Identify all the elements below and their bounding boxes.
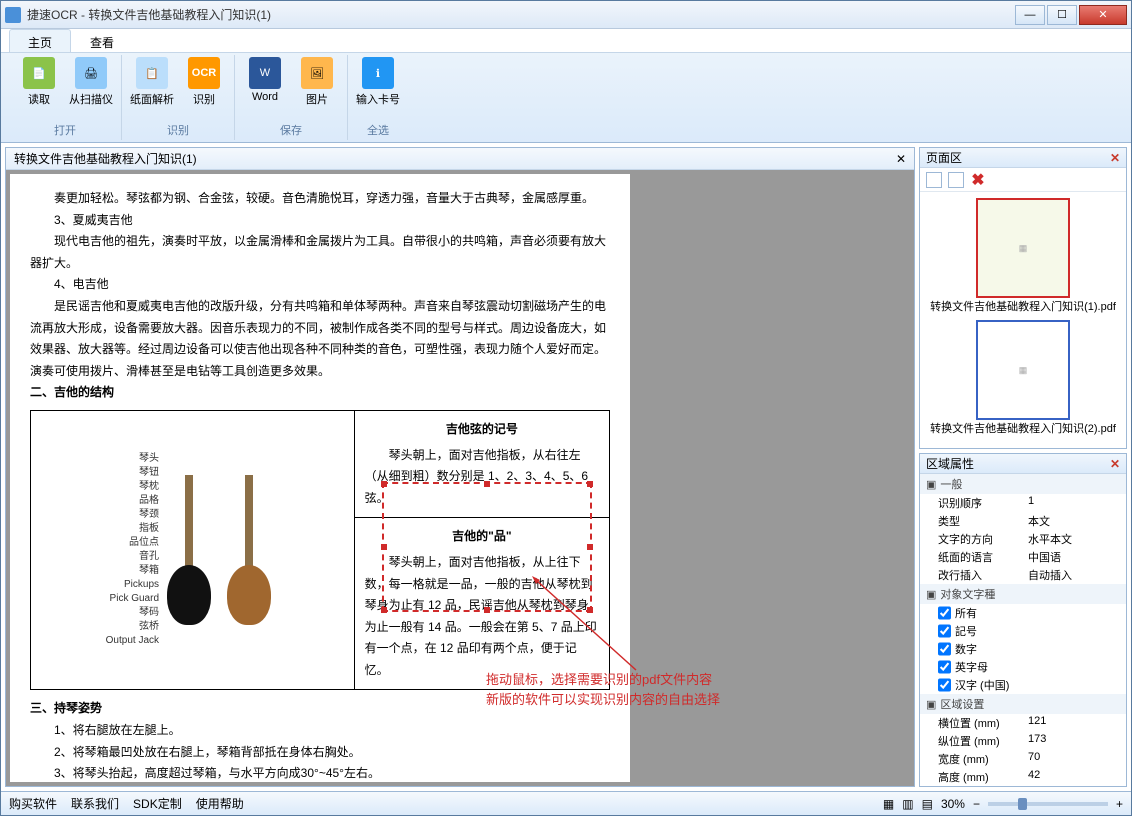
right-sidebar: 页面区 ✕ ✖ ▦ 转换文件吉他基础教程入门知识(1).pdf ▦ 转换文件吉他基… [919,147,1127,787]
ocr-button[interactable]: OCR识别 [182,57,226,107]
thumb-tool-2[interactable] [948,172,964,188]
statusbar: 购买软件 联系我们 SDK定制 使用帮助 ▦ ▥ ▤ 30% − + [1,791,1131,815]
close-panel-icon[interactable]: ✕ [1110,151,1120,165]
zoom-in-icon[interactable]: + [1116,797,1123,811]
body-text: 奏更加轻松。琴弦都为钢、合金弦，较硬。音色清脆悦耳，穿透力强，音量大于古典琴，金… [30,188,610,210]
zoom-value[interactable]: 30% [941,797,965,811]
props-section-fonts[interactable]: ▣ 对象文字種 [920,584,1126,604]
app-window: 捷速OCR - 转换文件吉他基础教程入门知识(1) — ☐ ✕ 主页 查看 📄读… [0,0,1132,816]
view-icon-1[interactable]: ▦ [883,797,894,811]
page-thumbnail[interactable]: ▦ 转换文件吉他基础教程入门知识(2).pdf [926,320,1120,436]
pages-panel: 页面区 ✕ ✖ ▦ 转换文件吉他基础教程入门知识(1).pdf ▦ 转换文件吉他基… [919,147,1127,449]
close-panel-icon[interactable]: ✕ [1110,457,1120,471]
font-check-alpha[interactable] [938,659,951,675]
props-panel-title: 区域属性 [926,455,974,472]
acoustic-guitar-img [229,475,269,625]
props-section-region[interactable]: ▣ 区域设置 [920,694,1126,714]
thumb-caption: 转换文件吉他基础教程入门知识(2).pdf [926,422,1120,436]
pages-panel-title: 页面区 [926,149,962,166]
list-item: 4、将右手小臂后三分之一处放置在琴箱最凸部位，右手腕放松，手自然垂直与琴弦呈十字… [30,785,610,786]
document-canvas[interactable]: 奏更加轻松。琴弦都为钢、合金弦，较硬。音色清脆悦耳，穿透力强，音量大于古典琴，金… [6,170,914,786]
close-doc-icon[interactable]: ✕ [896,152,906,166]
document-tab[interactable]: 转换文件吉他基础教程入门知识(1) ✕ [6,148,914,170]
status-contact[interactable]: 联系我们 [71,795,119,812]
titlebar: 捷速OCR - 转换文件吉他基础教程入门知识(1) — ☐ ✕ [1,1,1131,29]
content-area: 转换文件吉他基础教程入门知识(1) ✕ 奏更加轻松。琴弦都为钢、合金弦，较硬。音… [1,143,1131,791]
window-title: 捷速OCR - 转换文件吉他基础教程入门知识(1) [27,6,1015,23]
card-button[interactable]: ℹ输入卡号 [356,57,400,107]
electric-guitar-img [169,475,209,625]
body-text: 是民谣吉他和夏威夷电吉他的改版升级，分有共鸣箱和单体琴两种。声音来自琴弦震动切割… [30,296,610,382]
group-open-label: 打开 [54,122,76,138]
tab-view[interactable]: 查看 [71,29,133,52]
scanner-button[interactable]: 🖨从扫描仪 [69,57,113,107]
heading: 4、电吉他 [30,274,610,296]
thumb-img-2: ▦ [976,320,1070,420]
thumb-caption: 转换文件吉他基础教程入门知识(1).pdf [926,300,1120,314]
thumb-img-1: ▦ [976,198,1070,298]
status-buy[interactable]: 购买软件 [9,795,57,812]
ocr-selection[interactable] [382,482,592,612]
parse-button[interactable]: 📋纸面解析 [130,57,174,107]
zoom-slider[interactable] [988,802,1108,806]
props-section-general[interactable]: ▣ 一般 [920,474,1126,494]
view-icon-3[interactable]: ▤ [922,797,933,811]
page-thumbnail[interactable]: ▦ 转换文件吉他基础教程入门知识(1).pdf [926,198,1120,314]
list-item: 3、将琴头抬起，高度超过琴箱，与水平方向成30°~45°左右。 [30,763,610,785]
group-recog-label: 识别 [167,122,189,138]
thumb-delete-icon[interactable]: ✖ [970,172,986,188]
ribbon-tabstrip: 主页 查看 [1,29,1131,53]
ribbon: 📄读取 🖨从扫描仪 打开 📋纸面解析 OCR识别 识别 WWord 🖼图片 保存… [1,53,1131,143]
document-panel: 转换文件吉他基础教程入门知识(1) ✕ 奏更加轻松。琴弦都为钢、合金弦，较硬。音… [5,147,915,787]
part-labels: 琴头琴钮 琴枕品格 琴颈指板 品位点音孔 琴箱Pickups Pick Guar… [106,452,159,648]
close-button[interactable]: ✕ [1079,5,1127,25]
body-text: 现代电吉他的祖先，演奏时平放，以金属滑棒和金属拨片为工具。自带很小的共鸣箱，声音… [30,231,610,274]
font-check-symbol[interactable] [938,623,951,639]
section-heading: 二、吉他的结构 [30,382,610,404]
view-icon-2[interactable]: ▥ [902,797,913,811]
status-help[interactable]: 使用帮助 [196,795,244,812]
group-save-label: 保存 [280,122,302,138]
list-item: 2、将琴箱最凹处放在右腿上，琴箱背部抵在身体右胸处。 [30,742,610,764]
tab-home[interactable]: 主页 [9,29,71,52]
font-check-hanzi[interactable] [938,677,951,693]
minimize-button[interactable]: — [1015,5,1045,25]
group-all-label: 全选 [367,122,389,138]
annotation-text: 拖动鼠标，选择需要识别的pdf文件内容 新版的软件可以实现识别内容的自由选择 [486,670,720,709]
document-tab-label: 转换文件吉他基础教程入门知识(1) [14,150,197,167]
maximize-button[interactable]: ☐ [1047,5,1077,25]
zoom-out-icon[interactable]: − [973,797,980,811]
list-item: 1、将右腿放在左腿上。 [30,720,610,742]
thumb-toolbar: ✖ [920,168,1126,192]
status-sdk[interactable]: SDK定制 [133,795,182,812]
cell1-title: 吉他弦的记号 [365,419,599,441]
word-button[interactable]: WWord [243,57,287,103]
image-button[interactable]: 🖼图片 [295,57,339,107]
thumb-tool-1[interactable] [926,172,942,188]
heading: 3、夏威夷吉他 [30,210,610,232]
read-button[interactable]: 📄读取 [17,57,61,107]
properties-panel: 区域属性✕ ▣ 一般 识别顺序1 类型本文 文字的方向水平本文 纸面的语言中国语… [919,453,1127,787]
font-check-number[interactable] [938,641,951,657]
app-icon [5,7,21,23]
font-check-all[interactable] [938,605,951,621]
